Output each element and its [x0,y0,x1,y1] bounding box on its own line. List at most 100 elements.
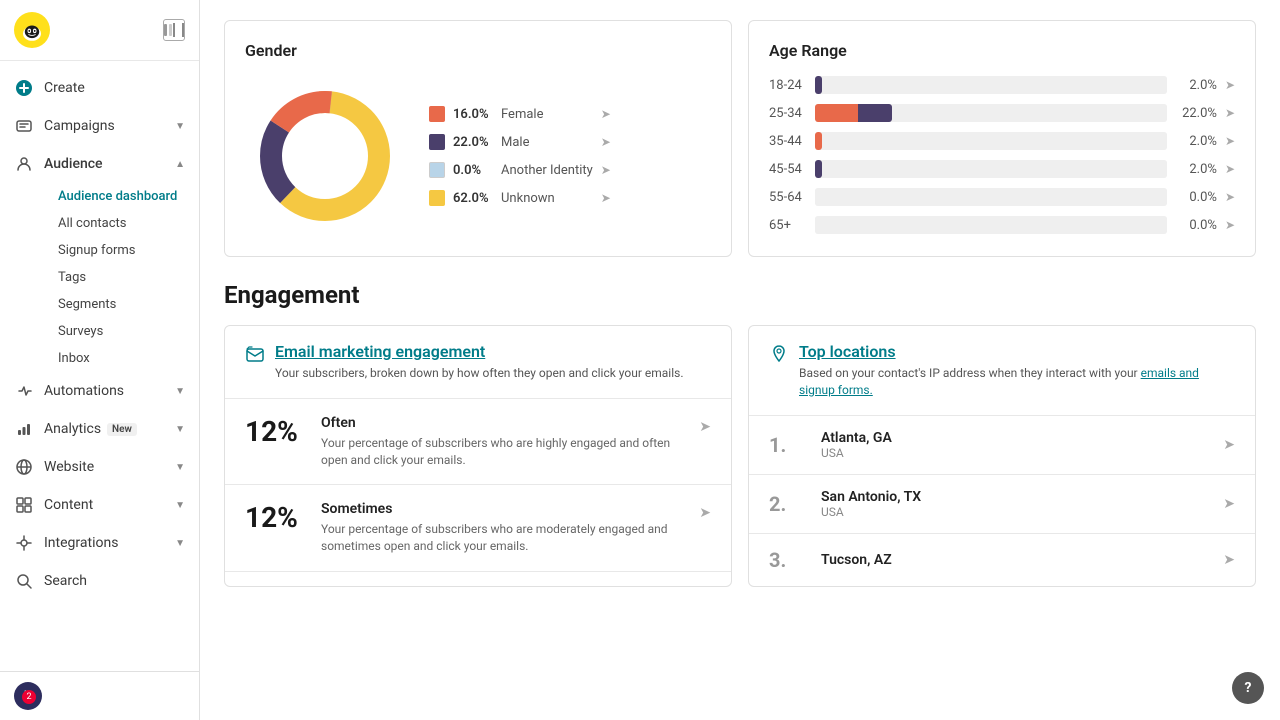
legend-male-arrow[interactable]: ➤ [601,135,611,149]
legend-male-label: Male [501,135,529,150]
analytics-icon [14,419,34,439]
age-pct-35-44: 2.0% [1175,134,1217,149]
legend-female-label: Female [501,107,543,122]
email-icon [245,344,265,369]
automations-icon [14,381,34,401]
often-stat: 12% Often Your percentage of subscribers… [225,399,731,486]
age-bar-25-34 [815,104,1167,122]
sidebar-item-content[interactable]: Content ▼ [0,486,199,524]
sidebar-item-create[interactable]: Create [0,69,199,107]
sometimes-stat: 12% Sometimes Your percentage of subscri… [225,485,731,572]
sidebar-item-search[interactable]: Search [0,562,199,600]
main-content: Gender [200,0,1280,720]
subnav-segments[interactable]: Segments [44,291,199,318]
sidebar-item-analytics-label: Analytics [44,421,101,437]
subnav-all-contacts[interactable]: All contacts [44,210,199,237]
location-item-2: 2. San Antonio, TX USA ➤ [749,475,1255,534]
location-item-1: 1. Atlanta, GA USA ➤ [749,416,1255,475]
legend-another-arrow[interactable]: ➤ [601,163,611,177]
create-icon [14,78,34,98]
gender-title: Gender [245,41,711,60]
donut-svg [245,76,405,236]
sidebar-item-integrations-label: Integrations [44,535,118,551]
sidebar-item-campaigns[interactable]: Campaigns ▼ [0,107,199,145]
help-button[interactable]: ? [1232,672,1264,704]
age-label-55-64: 55-64 [769,190,807,205]
email-engagement-header: Email marketing engagement Your subscrib… [225,326,731,399]
location-icon [769,344,789,369]
sidebar-item-automations[interactable]: Automations ▼ [0,372,199,410]
age-arrow-25-34[interactable]: ➤ [1225,106,1235,120]
legend-unknown-color [429,190,445,206]
age-arrow-18-24[interactable]: ➤ [1225,78,1235,92]
subnav-signup-forms[interactable]: Signup forms [44,237,199,264]
sidebar-item-audience[interactable]: Audience ▲ [0,145,199,183]
age-arrow-45-54[interactable]: ➤ [1225,162,1235,176]
subnav-surveys[interactable]: Surveys [44,318,199,345]
sidebar-header [0,0,199,61]
sidebar-item-website[interactable]: Website ▼ [0,448,199,486]
location-country-2: USA [821,505,1207,519]
email-engagement-heading[interactable]: Email marketing engagement [275,342,684,361]
website-icon [14,457,34,477]
legend-another-label: Another Identity [501,163,593,178]
often-label: Often [321,415,683,431]
subnav-audience-dashboard[interactable]: Audience dashboard [44,183,199,210]
sidebar-item-analytics[interactable]: Analytics New ▼ [0,410,199,448]
age-row-65plus: 65+ 0.0% ➤ [769,216,1235,234]
content-chevron: ▼ [175,500,185,511]
legend-another: 0.0% Another Identity ➤ [429,162,611,178]
age-pct-55-64: 0.0% [1175,190,1217,205]
age-arrow-35-44[interactable]: ➤ [1225,134,1235,148]
notification-badge: 2 [22,690,36,704]
location-rank-3: 3. [769,548,805,572]
location-city-2: San Antonio, TX [821,489,1207,505]
legend-unknown-arrow[interactable]: ➤ [601,191,611,205]
analytics-chevron: ▼ [175,424,185,435]
legend-female-arrow[interactable]: ➤ [601,107,611,121]
engagement-row: Email marketing engagement Your subscrib… [224,325,1256,587]
subnav-tags[interactable]: Tags [44,264,199,291]
legend-female: 16.0% Female ➤ [429,106,611,122]
gender-legend: 16.0% Female ➤ 22.0% Male ➤ 0.0% [429,106,611,206]
help-icon: ? [1245,680,1252,696]
age-bar-55-64 [815,188,1167,206]
top-locations-description: Based on your contact's IP address when … [799,365,1235,399]
sometimes-arrow[interactable]: ➤ [699,505,711,521]
top-locations-heading[interactable]: Top locations [799,342,1235,361]
sidebar-item-website-label: Website [44,459,94,475]
location-info-3: Tucson, AZ [821,552,1207,568]
legend-male: 22.0% Male ➤ [429,134,611,150]
age-label-35-44: 35-44 [769,134,807,149]
age-arrow-55-64[interactable]: ➤ [1225,190,1235,204]
user-avatar-container: B 2 [14,682,42,710]
sidebar-item-integrations[interactable]: Integrations ▼ [0,524,199,562]
location-arrow-3[interactable]: ➤ [1223,552,1235,568]
location-item-3: 3. Tucson, AZ ➤ [749,534,1255,586]
legend-female-pct: 16.0% [453,107,493,122]
age-row-18-24: 18-24 2.0% ➤ [769,76,1235,94]
email-engagement-header-text: Email marketing engagement Your subscrib… [275,342,684,382]
sidebar: Create Campaigns ▼ Audience ▲ Audience d… [0,0,200,720]
analytics-badge: New [107,423,137,436]
location-info-2: San Antonio, TX USA [821,489,1207,519]
age-arrow-65plus[interactable]: ➤ [1225,218,1235,232]
legend-unknown-pct: 62.0% [453,191,493,206]
age-label-18-24: 18-24 [769,78,807,93]
sidebar-item-campaigns-label: Campaigns [44,118,115,134]
charts-row: Gender [224,20,1256,257]
location-arrow-2[interactable]: ➤ [1223,496,1235,512]
legend-another-color [429,162,445,178]
age-row-45-54: 45-54 2.0% ➤ [769,160,1235,178]
often-arrow[interactable]: ➤ [699,419,711,435]
location-arrow-1[interactable]: ➤ [1223,437,1235,453]
subnav-inbox[interactable]: Inbox [44,345,199,372]
age-bar-65plus [815,216,1167,234]
legend-male-pct: 22.0% [453,135,493,150]
top-locations-card: Top locations Based on your contact's IP… [748,325,1256,587]
sidebar-toggle[interactable] [163,19,185,41]
top-locations-header: Top locations Based on your contact's IP… [749,326,1255,416]
legend-another-pct: 0.0% [453,163,493,178]
location-rank-1: 1. [769,433,805,457]
age-pct-45-54: 2.0% [1175,162,1217,177]
